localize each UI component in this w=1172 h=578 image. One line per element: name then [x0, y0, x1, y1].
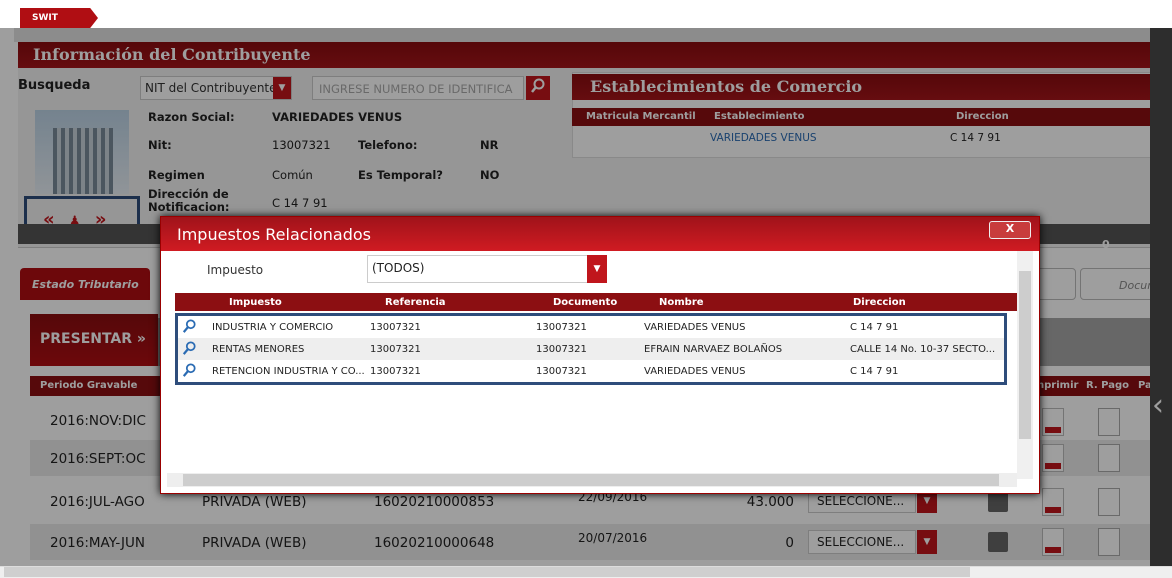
row-documento: 13007321 — [536, 344, 587, 355]
impuestos-rows: INDUSTRIA Y COMERCIO 13007321 13007321 V… — [175, 313, 1007, 385]
close-button[interactable]: X — [989, 221, 1031, 239]
swit-tag[interactable]: SWIT — [20, 8, 98, 28]
impuesto-row[interactable]: RETENCION INDUSTRIA Y CO... 13007321 130… — [178, 360, 1004, 382]
impuestos-modal: Impuestos Relacionados X Impuesto (TODOS… — [160, 216, 1040, 494]
col-direccion: Direccion — [853, 297, 906, 308]
row-impuesto: INDUSTRIA Y COMERCIO — [212, 322, 334, 333]
modal-horizontal-scroll-thumb[interactable] — [183, 474, 999, 486]
impuesto-row[interactable]: RENTAS MENORES 13007321 13007321 EFRAIN … — [178, 338, 1004, 360]
row-nombre: VARIEDADES VENUS — [644, 322, 746, 333]
impuesto-row[interactable]: INDUSTRIA Y COMERCIO 13007321 13007321 V… — [178, 316, 1004, 338]
row-nombre: VARIEDADES VENUS — [644, 366, 746, 377]
search-icon[interactable] — [182, 319, 196, 333]
impuestos-header: Impuesto Referencia Documento Nombre Dir… — [175, 293, 1017, 311]
row-direccion: C 14 7 91 — [850, 366, 899, 377]
row-direccion: CALLE 14 No. 10-37 SECTO... — [850, 344, 996, 355]
impuesto-select[interactable]: (TODOS) ▼ — [367, 255, 607, 283]
search-icon[interactable] — [182, 363, 196, 377]
row-referencia: 13007321 — [370, 366, 421, 377]
impuesto-value: (TODOS) — [372, 261, 425, 275]
row-referencia: 13007321 — [370, 344, 421, 355]
col-documento: Documento — [553, 297, 618, 308]
impuesto-label: Impuesto — [207, 263, 264, 277]
row-referencia: 13007321 — [370, 322, 421, 333]
row-direccion: C 14 7 91 — [850, 322, 899, 333]
search-icon[interactable] — [182, 341, 196, 355]
row-impuesto: RENTAS MENORES — [212, 344, 305, 355]
horizontal-scroll-thumb[interactable] — [4, 567, 970, 577]
row-nombre: EFRAIN NARVAEZ BOLAÑOS — [644, 344, 783, 355]
col-nombre: Nombre — [659, 297, 704, 308]
col-referencia: Referencia — [385, 297, 446, 308]
row-documento: 13007321 — [536, 366, 587, 377]
row-impuesto: RETENCION INDUSTRIA Y CO... — [212, 366, 365, 377]
chevron-down-icon[interactable]: ▼ — [587, 255, 607, 283]
modal-vertical-scroll-thumb[interactable] — [1019, 271, 1031, 439]
modal-title: Impuestos Relacionados — [161, 217, 1039, 251]
row-documento: 13007321 — [536, 322, 587, 333]
col-impuesto: Impuesto — [229, 297, 282, 308]
top-bar — [0, 0, 1172, 28]
